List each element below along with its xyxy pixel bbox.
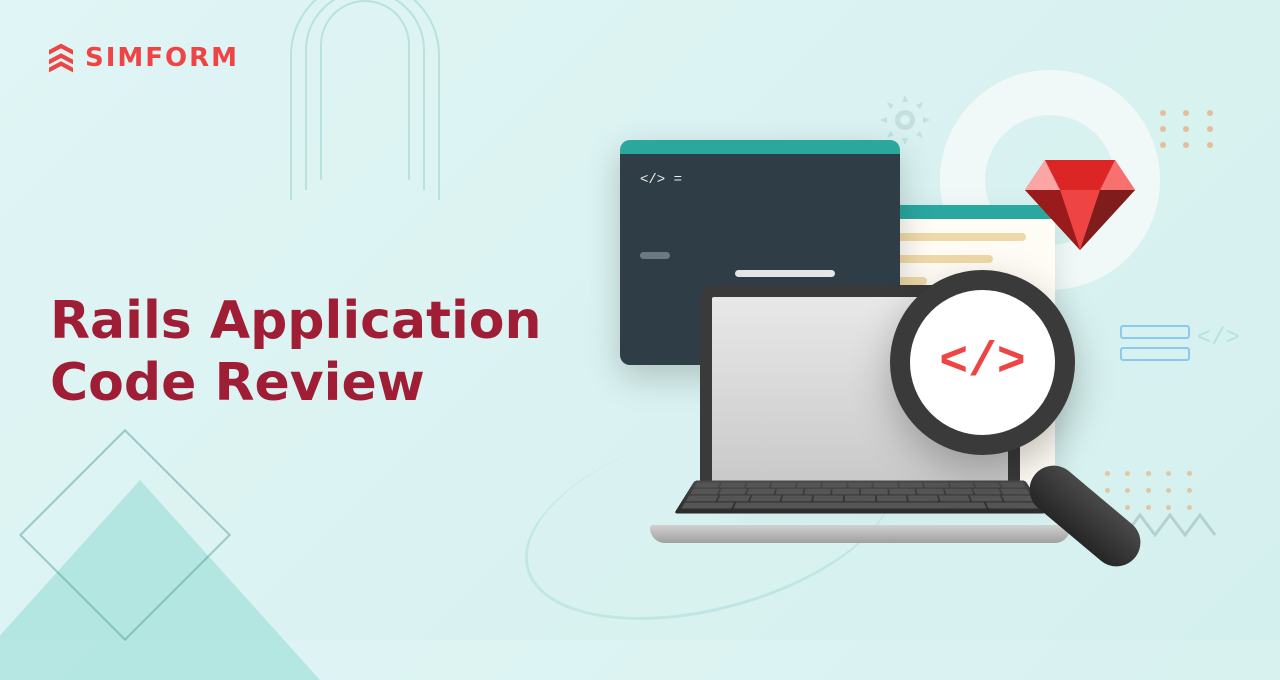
page-title: Rails ApplicationCode Review xyxy=(50,290,542,415)
code-bracket-symbol: </> xyxy=(939,336,1025,390)
code-tag-label: </> = xyxy=(640,172,880,188)
keyboard xyxy=(674,480,1046,513)
code-tag-decoration: </> xyxy=(1197,325,1240,352)
magnifier-icon: </> xyxy=(890,270,1100,480)
simform-logo-icon xyxy=(45,42,77,74)
brand-logo: SIMFORM xyxy=(45,42,239,74)
arch-decoration xyxy=(290,0,490,220)
illustration: </> = </> xyxy=(620,125,1110,565)
dot-grid-top xyxy=(1160,110,1220,148)
bars-decoration xyxy=(1120,325,1190,361)
logo-text: SIMFORM xyxy=(85,43,239,73)
ruby-gem-icon xyxy=(1025,155,1135,250)
dot-grid-bottom xyxy=(1105,471,1195,510)
